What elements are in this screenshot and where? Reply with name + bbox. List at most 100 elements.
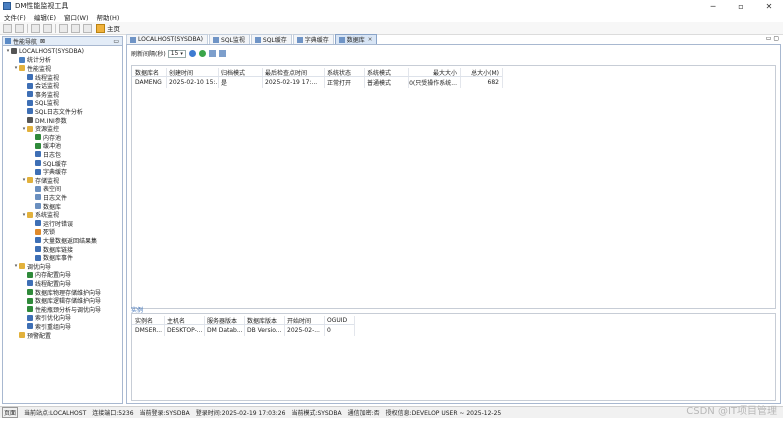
tree-item[interactable]: 内存配置向导 [21, 271, 71, 279]
table-cell[interactable]: 2025-02-... [284, 326, 324, 335]
tree-item[interactable]: SQL缓存 [29, 159, 67, 168]
column-header[interactable]: 服务器版本 [204, 316, 244, 325]
column-header[interactable]: 归档模式 [218, 68, 262, 77]
column-header[interactable]: 主机名 [164, 316, 204, 325]
column-header[interactable]: 数据库名 [132, 68, 166, 77]
tree-item[interactable]: 运行时错误 [29, 219, 73, 228]
table-cell[interactable]: 0(只受操作系统... [408, 78, 460, 87]
tree-item[interactable]: 字典缓存 [29, 167, 67, 176]
tree-item[interactable]: 大量数据返回结果集 [29, 236, 97, 245]
tree-item[interactable]: 线程监视 [21, 73, 59, 82]
node-icon [27, 108, 33, 115]
tree-item[interactable]: 会话监视 [21, 81, 59, 90]
tree-item[interactable]: 内存池 [29, 133, 61, 142]
editor-tab[interactable]: 字典缓存 [292, 34, 334, 44]
back-icon[interactable] [59, 23, 68, 33]
tree-item[interactable]: 统计分析 [13, 56, 51, 64]
refresh-interval-select[interactable]: 15 ▾ [167, 49, 186, 58]
refresh-icon[interactable] [188, 50, 196, 57]
editor-tab[interactable]: SQL监视 [209, 34, 250, 44]
menu-window[interactable]: 窗口(W) [64, 12, 89, 22]
column-header[interactable]: 数据库版本 [244, 316, 284, 325]
tree-item[interactable]: SQL日志文件分析 [21, 107, 83, 116]
tree-item[interactable]: ▾ 性能监视 [13, 64, 51, 73]
table-cell[interactable]: DMSER... [132, 326, 164, 335]
table-cell[interactable]: DAMENG [132, 78, 166, 87]
menu-file[interactable]: 文件(F) [4, 12, 26, 22]
export-icon[interactable] [218, 50, 226, 57]
tree-item[interactable]: 事务监视 [21, 90, 59, 99]
tree-item[interactable]: 日志包 [29, 150, 61, 159]
tree-item[interactable]: 数据库链接 [29, 245, 73, 254]
column-header[interactable]: 系统状态 [324, 68, 364, 77]
column-header[interactable]: 实例名 [132, 316, 164, 325]
column-header[interactable]: 总大小(M) [460, 68, 502, 77]
panel-minimize-icon[interactable]: ▭ [113, 38, 119, 45]
home-button[interactable]: 主页 [96, 23, 120, 33]
status-item: 登录时间:2025-02-19 17:03:26 [195, 410, 286, 417]
table-cell[interactable]: 0 [324, 326, 354, 335]
tree-item[interactable]: 死锁 [29, 228, 55, 236]
connect-icon[interactable] [31, 23, 40, 33]
column-header[interactable]: 创建时间 [166, 68, 218, 77]
editor-tab[interactable]: LOCALHOST(SYSDBA) [126, 34, 209, 44]
tree-item[interactable]: 数据库物理存储维护向导 [21, 288, 101, 297]
tree-item[interactable]: 线程配置向导 [21, 279, 71, 288]
forward-icon[interactable] [71, 23, 80, 33]
disconnect-icon[interactable] [43, 23, 52, 33]
table-cell[interactable]: DB Versio... [244, 326, 284, 335]
column-header[interactable]: 系统模式 [364, 68, 408, 77]
table-cell[interactable]: DM Datab... [204, 326, 244, 335]
menu-edit[interactable]: 编辑(E) [34, 12, 56, 22]
table-cell[interactable]: 682 [460, 78, 502, 87]
save-icon[interactable] [15, 23, 24, 33]
tab-icon [338, 36, 345, 43]
editor-controls[interactable]: ▭ ▢ [766, 35, 779, 42]
editor-tab[interactable]: 数据库 ✕ [334, 34, 378, 44]
node-icon [35, 228, 41, 235]
table-cell[interactable]: 2025-02-19 17:... [262, 78, 324, 87]
close-icon[interactable]: ✕ [755, 0, 783, 12]
tree-item[interactable]: 数据库逻辑存储维护向导 [21, 296, 101, 305]
node-icon [27, 280, 33, 287]
table-cell[interactable]: 是 [218, 78, 262, 87]
tree-item[interactable]: 预警配置 [13, 331, 51, 340]
column-header[interactable]: 最后检查点时间 [262, 68, 324, 77]
tree-item[interactable]: ▾ 系统监视 [21, 210, 59, 219]
tree-item[interactable]: 索引重组向导 [21, 322, 71, 331]
copy-icon[interactable] [208, 50, 216, 57]
column-divider [354, 316, 355, 336]
tree-item[interactable]: 数据库 [29, 202, 61, 211]
tree-item[interactable]: ▾ 调优向导 [13, 262, 51, 271]
status-bar: 页面 当前站点:LOCALHOST 连接端口:5236 当前登录:SYSDBA 登录时… [0, 406, 783, 418]
column-header[interactable]: 最大大小 [408, 68, 460, 77]
tree-item[interactable]: ▾ 资源监控 [21, 124, 59, 133]
tree-item[interactable]: 缓冲池 [29, 142, 61, 150]
tree-item[interactable]: DM.INI参数 [21, 116, 67, 125]
node-icon [27, 323, 33, 330]
column-header[interactable]: 开始时间 [284, 316, 324, 325]
new-icon[interactable] [3, 23, 12, 33]
menu-help[interactable]: 帮助(H) [97, 12, 120, 22]
table-cell[interactable]: 正常打开 [324, 78, 364, 87]
table-cell[interactable]: 2025-02-10 15:... [166, 78, 218, 87]
tree-item[interactable]: ▾ 存储监视 [21, 176, 59, 185]
column-header[interactable]: OGUID [324, 316, 354, 325]
refresh-icon[interactable] [83, 23, 92, 33]
navigation-tab-close-icon[interactable]: ⊠ [40, 38, 45, 45]
table-cell[interactable]: DESKTOP-... [164, 326, 204, 335]
maximize-icon[interactable]: ▫ [727, 0, 755, 12]
editor-tab[interactable]: SQL缓存 [250, 34, 292, 44]
tree-item[interactable]: SQL监视 [21, 99, 59, 107]
tab-close-icon[interactable]: ✕ [368, 37, 373, 43]
tree-item[interactable]: ▾ LOCALHOST(SYSDBA) [5, 47, 84, 56]
tree-item[interactable]: 日志文件 [29, 193, 67, 202]
start-icon[interactable] [198, 50, 206, 57]
table-cell[interactable]: 普通模式 [364, 78, 408, 87]
tree-item[interactable]: 索引优化向导 [21, 314, 71, 322]
tree-item[interactable]: 数据库事件 [29, 253, 73, 262]
minimize-icon[interactable]: ─ [699, 0, 727, 12]
tree-item[interactable]: 性能瓶颈分析与调优向导 [21, 305, 101, 314]
tree-item[interactable]: 表空间 [29, 185, 61, 193]
navigation-tab[interactable]: 性能导航 ⊠ [3, 37, 122, 46]
